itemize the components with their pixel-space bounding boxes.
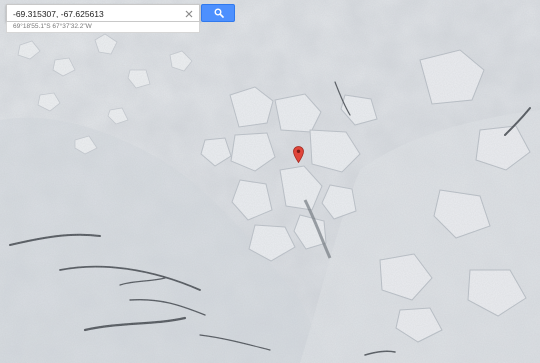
map-pin-icon[interactable] bbox=[293, 146, 304, 164]
coordinate-suggestion[interactable]: 69°18'55.1"S 67°37'32.2"W bbox=[6, 22, 200, 33]
close-icon[interactable] bbox=[183, 7, 195, 19]
ice-terrain bbox=[0, 0, 540, 363]
suggestion-label: 69°18'55.1"S 67°37'32.2"W bbox=[13, 23, 92, 30]
satellite-map[interactable] bbox=[0, 0, 540, 363]
search-box bbox=[6, 4, 200, 22]
search-input[interactable] bbox=[13, 6, 185, 21]
search-button[interactable] bbox=[201, 4, 235, 22]
search-icon bbox=[214, 8, 224, 18]
